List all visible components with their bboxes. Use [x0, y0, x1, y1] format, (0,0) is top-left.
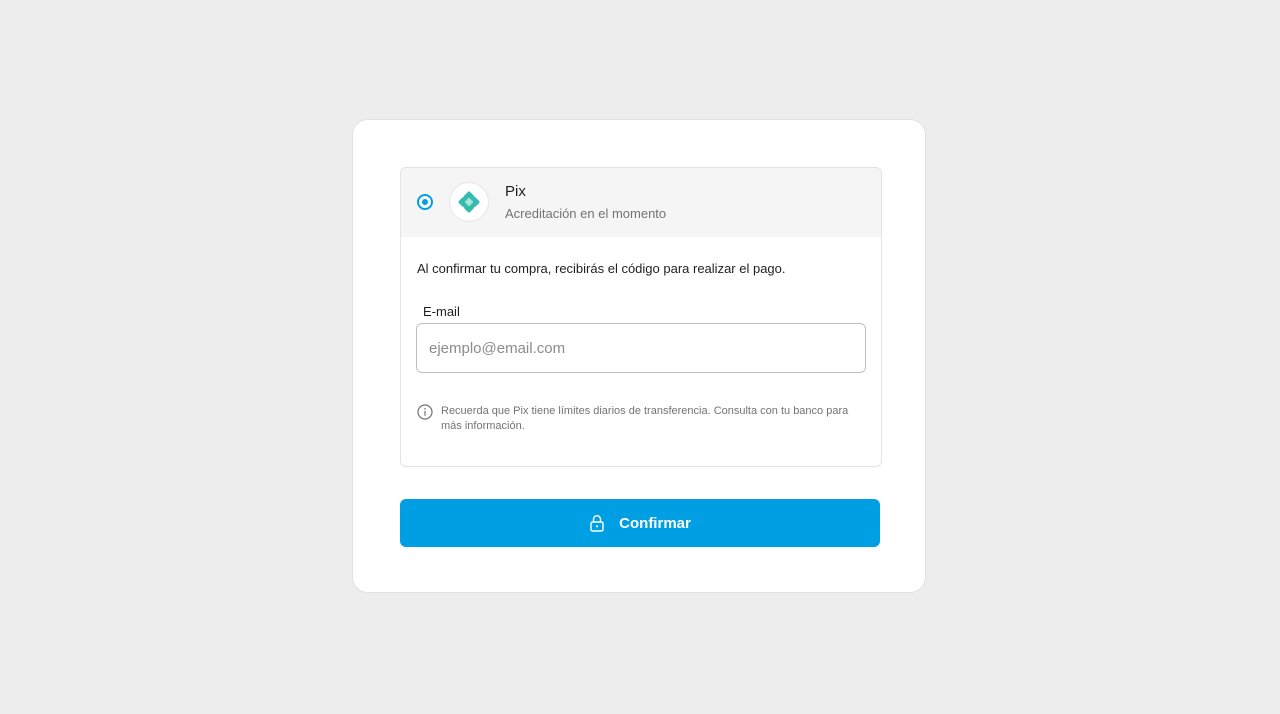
pix-logo-shape — [458, 191, 480, 213]
payment-method-body: Al confirmar tu compra, recibirás el cód… — [401, 237, 881, 466]
email-label: E-mail — [423, 304, 460, 319]
radio-selected-dot — [422, 199, 428, 205]
lock-icon — [590, 515, 604, 532]
checkout-card: Pix Acreditación en el momento Al confir… — [352, 119, 926, 593]
email-field[interactable] — [416, 323, 866, 373]
confirm-button-label: Confirmar — [619, 514, 691, 532]
payment-method-option: Pix Acreditación en el momento Al confir… — [400, 167, 882, 467]
payment-description: Al confirmar tu compra, recibirás el cód… — [417, 261, 786, 276]
info-icon — [417, 404, 433, 420]
payment-method-title: Pix — [505, 183, 526, 200]
pix-logo-icon — [449, 182, 489, 222]
payment-method-radio[interactable] — [417, 194, 433, 210]
payment-method-header[interactable]: Pix Acreditación en el momento — [401, 168, 881, 237]
confirm-button[interactable]: Confirmar — [400, 499, 880, 547]
info-text: Recuerda que Pix tiene límites diarios d… — [441, 405, 849, 432]
payment-method-subtitle: Acreditación en el momento — [505, 206, 667, 221]
